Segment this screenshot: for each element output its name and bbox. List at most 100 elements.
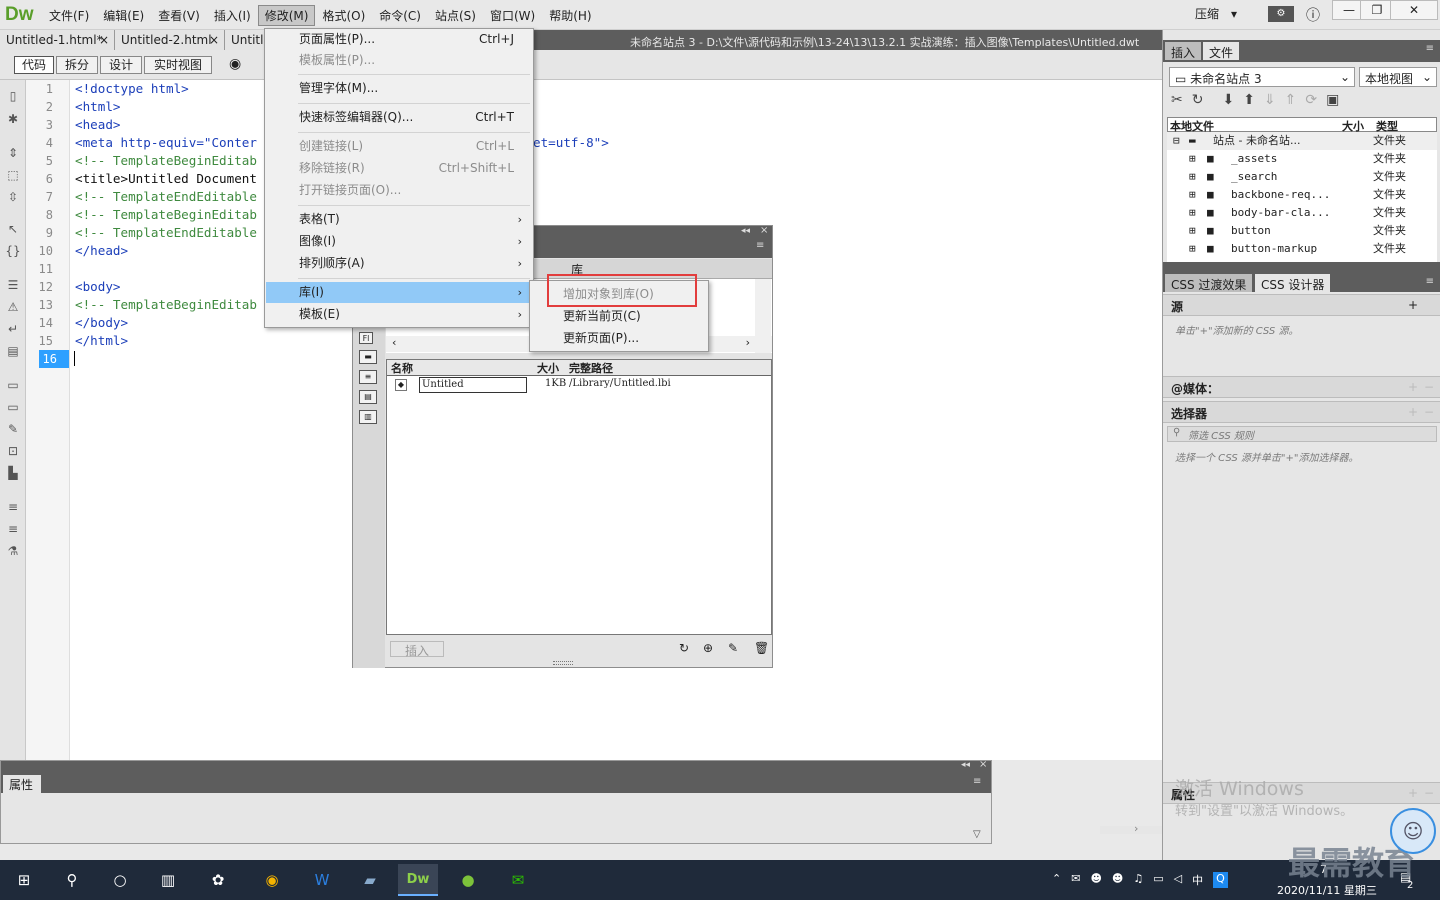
- menu-edit[interactable]: 编辑(E): [96, 5, 151, 26]
- melon-app-icon[interactable]: ●: [448, 864, 488, 896]
- close-icon[interactable]: ×: [209, 33, 219, 47]
- tree-root[interactable]: ⊟ ▬ 站点 - 未命名站... 文件夹: [1167, 132, 1437, 150]
- tab-untitled-2[interactable]: Untitled-2.html ×: [115, 30, 225, 50]
- expand-toggle-icon[interactable]: ⊞: [1189, 222, 1196, 240]
- gear-icon[interactable]: ⚙: [1268, 6, 1294, 22]
- tab-css-transitions[interactable]: CSS 过渡效果: [1165, 274, 1253, 292]
- menu-item-open-linked-page[interactable]: 打开链接页面(O)...: [266, 180, 532, 201]
- design-view-button[interactable]: 设计: [100, 56, 142, 74]
- tab-properties[interactable]: 属性: [3, 775, 41, 793]
- library-icon[interactable]: ▥: [359, 410, 377, 424]
- word-wrap-icon[interactable]: ↵: [5, 322, 21, 336]
- menu-item-arrange[interactable]: 排列顺序(A) ›: [266, 253, 532, 274]
- submenu-update-current-page[interactable]: 更新当前页(C): [531, 305, 707, 327]
- search-icon[interactable]: ⚲: [52, 864, 92, 896]
- check-out-icon[interactable]: ⇓: [1264, 92, 1276, 108]
- tree-item[interactable]: ⊞ ■ button-markup 文件夹: [1167, 240, 1437, 258]
- remove-property-icon[interactable]: −: [1424, 786, 1434, 800]
- close-icon[interactable]: ×: [99, 33, 109, 47]
- move-css-icon[interactable]: ▙: [5, 466, 21, 480]
- collapse-tag-icon[interactable]: ✱: [5, 112, 21, 126]
- volume-icon[interactable]: ◁: [1174, 872, 1182, 888]
- menu-window[interactable]: 窗口(W): [483, 5, 542, 26]
- network-icon[interactable]: ▭: [1153, 872, 1163, 888]
- select-parent-tag-icon[interactable]: ⇳: [5, 190, 21, 204]
- table-row[interactable]: ◆ Untitled 1KB /Library/Untitled.lbi: [387, 377, 771, 394]
- remove-media-icon[interactable]: −: [1424, 380, 1434, 394]
- item-name[interactable]: Untitled: [419, 377, 527, 393]
- expand-toggle-icon[interactable]: ⊞: [1189, 240, 1196, 258]
- menu-insert[interactable]: 插入(I): [207, 5, 258, 26]
- input-language[interactable]: 中: [1192, 872, 1203, 888]
- live-view-button[interactable]: 实时视图: [144, 56, 212, 74]
- tree-item[interactable]: ⊞ ■ button 文件夹: [1167, 222, 1437, 240]
- menu-site[interactable]: 站点(S): [428, 5, 483, 26]
- balance-braces-icon[interactable]: ↖: [5, 222, 21, 236]
- collapse-icon[interactable]: ◂◂: [741, 226, 750, 236]
- horizontal-scrollbar[interactable]: [1100, 826, 1162, 834]
- expand-properties-icon[interactable]: ▽: [973, 829, 981, 840]
- notepad-icon[interactable]: ▰: [350, 864, 390, 896]
- cortana-icon[interactable]: ○: [100, 864, 140, 896]
- column-name[interactable]: 名称: [391, 360, 413, 376]
- expand-toggle-icon[interactable]: ⊞: [1189, 204, 1196, 222]
- menu-item-image[interactable]: 图像(I) ›: [266, 231, 532, 252]
- menu-file[interactable]: 文件(F): [42, 5, 96, 26]
- globe-icon[interactable]: ◉: [229, 56, 241, 72]
- menu-item-make-link[interactable]: 创建链接(L) Ctrl+L: [266, 136, 532, 157]
- wechat-icon[interactable]: ✉: [498, 864, 538, 896]
- expand-toggle-icon[interactable]: ⊞: [1189, 150, 1196, 168]
- put-files-icon[interactable]: ⬆: [1243, 92, 1255, 108]
- submenu-update-pages[interactable]: 更新页面(P)...: [531, 327, 707, 349]
- apply-comment-icon[interactable]: ▭: [5, 378, 21, 392]
- menu-item-library[interactable]: 库(I) ›: [266, 282, 532, 303]
- compress-label[interactable]: 压缩: [1195, 5, 1219, 22]
- resize-grip[interactable]: [553, 661, 573, 665]
- tab-files[interactable]: 文件: [1203, 42, 1240, 60]
- scroll-left-icon[interactable]: ‹: [392, 336, 396, 349]
- scroll-right-icon[interactable]: ›: [746, 336, 750, 349]
- expand-all-icon[interactable]: ⬚: [5, 168, 21, 182]
- menu-item-table[interactable]: 表格(T) ›: [266, 209, 532, 230]
- sync-icon[interactable]: ⟳: [1305, 92, 1317, 108]
- collapse-selection-icon[interactable]: ⇕: [5, 146, 21, 160]
- line-numbers-icon[interactable]: ☰: [5, 278, 21, 292]
- expand-icon[interactable]: ▣: [1326, 92, 1339, 108]
- collapse-toggle-icon[interactable]: ⊟: [1173, 132, 1180, 150]
- braces-icon[interactable]: {}: [5, 244, 21, 258]
- syntax-error-icon[interactable]: ▤: [5, 344, 21, 358]
- add-property-icon[interactable]: +: [1408, 786, 1418, 800]
- refresh-icon[interactable]: ↻: [679, 641, 689, 655]
- column-size[interactable]: 大小: [537, 360, 559, 376]
- remove-selector-icon[interactable]: −: [1424, 405, 1434, 419]
- expand-toggle-icon[interactable]: ⊞: [1189, 186, 1196, 204]
- collapse-icon[interactable]: ◂◂: [961, 760, 970, 770]
- tab-insert[interactable]: 插入: [1165, 42, 1202, 60]
- menu-item-templates[interactable]: 模板(E) ›: [266, 304, 532, 325]
- menu-help[interactable]: 帮助(H): [542, 5, 598, 26]
- scripts-icon[interactable]: ≡: [359, 370, 377, 384]
- code-view-button[interactable]: 代码: [14, 56, 54, 74]
- wechat-tray-icon[interactable]: ✉: [1071, 872, 1080, 888]
- menu-item-remove-link[interactable]: 移除链接(R) Ctrl+Shift+L: [266, 158, 532, 179]
- menu-format[interactable]: 格式(O): [315, 5, 372, 26]
- tree-item[interactable]: ⊞ ■ _assets 文件夹: [1167, 150, 1437, 168]
- outdent-icon[interactable]: ≡: [5, 522, 21, 536]
- view-select[interactable]: 本地视图 ⌄: [1359, 67, 1437, 87]
- check-in-icon[interactable]: ⇑: [1285, 92, 1297, 108]
- highlight-invalid-icon[interactable]: ⚠: [5, 300, 21, 314]
- notification-bell-icon[interactable]: ♫: [1133, 872, 1143, 888]
- open-documents-icon[interactable]: ▯: [5, 89, 21, 103]
- qq-icon[interactable]: ☻: [1112, 872, 1123, 888]
- tree-item[interactable]: ⊞ ■ body-bar-cla... 文件夹: [1167, 204, 1437, 222]
- close-icon[interactable]: ×: [760, 225, 768, 236]
- add-media-icon[interactable]: +: [1408, 380, 1418, 394]
- dreamweaver-taskbar-icon[interactable]: Dw: [398, 864, 438, 896]
- chrome-icon[interactable]: ◉: [252, 864, 292, 896]
- properties-titlebar[interactable]: [1, 761, 991, 773]
- panel-options-icon[interactable]: ≡: [1426, 276, 1434, 287]
- get-files-icon[interactable]: ⬇: [1222, 92, 1234, 108]
- site-select[interactable]: ▭ 未命名站点 3 ⌄: [1169, 67, 1355, 87]
- tab-css-designer[interactable]: CSS 设计器: [1255, 274, 1331, 292]
- add-selector-icon[interactable]: +: [1408, 405, 1418, 419]
